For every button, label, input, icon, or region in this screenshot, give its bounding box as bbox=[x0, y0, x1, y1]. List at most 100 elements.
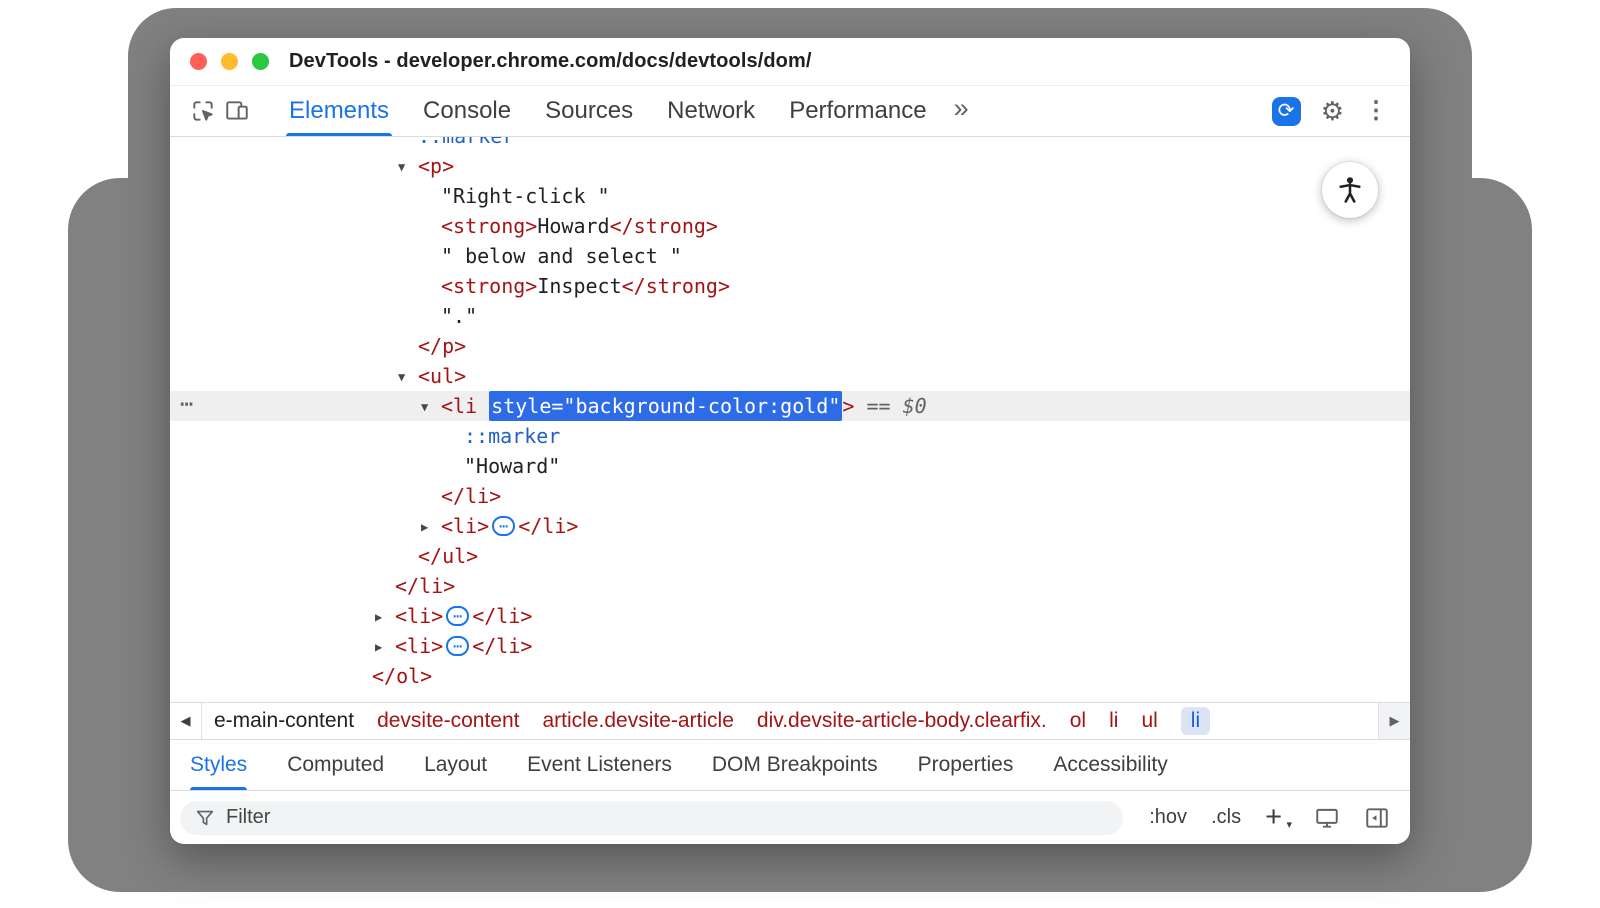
dom-node[interactable]: " below and select " bbox=[170, 241, 1410, 271]
dom-node[interactable]: </p> bbox=[170, 331, 1410, 361]
tab-layout[interactable]: Layout bbox=[424, 740, 487, 790]
code-tag: <strong> bbox=[441, 274, 537, 298]
filter-input[interactable] bbox=[226, 806, 1109, 829]
dom-node[interactable]: "Right-click " bbox=[170, 181, 1410, 211]
code-tag: </ul> bbox=[418, 544, 478, 568]
tab-accessibility[interactable]: Accessibility bbox=[1053, 740, 1167, 790]
breadcrumb-item-li[interactable]: li bbox=[1109, 709, 1118, 733]
caret-down-icon: ▾ bbox=[1286, 820, 1292, 831]
dom-node[interactable]: </ul> bbox=[170, 541, 1410, 571]
node-ellipsis-button[interactable]: ⋯ bbox=[446, 636, 469, 656]
code-sel: style="background-color:gold" bbox=[489, 391, 842, 421]
toggle-element-state-button[interactable]: :hov bbox=[1149, 806, 1187, 829]
code-text: Inspect bbox=[537, 274, 621, 298]
tree-arrow-right-icon[interactable]: ▶ bbox=[421, 512, 441, 542]
sync-button[interactable]: ⟳ bbox=[1272, 97, 1301, 126]
dom-node-selected[interactable]: ⋯▼<li style="background-color:gold"> == … bbox=[170, 391, 1410, 421]
code-pseudo: ::marker bbox=[464, 424, 560, 448]
dom-node[interactable]: </li> bbox=[170, 571, 1410, 601]
code-text: "Right-click " bbox=[441, 184, 610, 208]
tab-computed[interactable]: Computed bbox=[287, 740, 384, 790]
tree-arrow-right-icon[interactable]: ▶ bbox=[375, 632, 395, 662]
tree-arrow-down-icon[interactable]: ▼ bbox=[421, 392, 441, 422]
dom-tree: ::marker▼<p>"Right-click "<strong>Howard… bbox=[170, 137, 1410, 702]
dom-node[interactable]: ▶<li>⋯</li> bbox=[170, 511, 1410, 541]
node-ellipsis-button[interactable]: ⋯ bbox=[446, 606, 469, 626]
toolbar: ElementsConsoleSourcesNetworkPerformance… bbox=[170, 86, 1410, 137]
breadcrumb-item-article-devsite-article[interactable]: article.devsite-article bbox=[543, 709, 734, 733]
dom-node[interactable]: <strong>Howard</strong> bbox=[170, 211, 1410, 241]
breadcrumb-scroll-right-button[interactable]: ▶ bbox=[1378, 703, 1410, 739]
tab-console[interactable]: Console bbox=[406, 86, 528, 136]
breadcrumb-item-li[interactable]: li bbox=[1181, 707, 1210, 735]
code-tag: </li> bbox=[441, 484, 501, 508]
dom-node[interactable]: ▼<ul> bbox=[170, 361, 1410, 391]
toolbar-right: ⟳ ⚙ ⋮ bbox=[1272, 97, 1388, 126]
code-tag: </ol> bbox=[372, 664, 432, 688]
dom-node[interactable]: "." bbox=[170, 301, 1410, 331]
code-tag: </strong> bbox=[622, 274, 730, 298]
code-tag: </li> bbox=[472, 634, 532, 658]
element-classes-button[interactable]: .cls bbox=[1211, 806, 1241, 829]
tree-arrow-down-icon[interactable]: ▼ bbox=[398, 152, 418, 182]
code-tag: <li> bbox=[395, 634, 443, 658]
node-ellipsis-button[interactable]: ⋯ bbox=[492, 516, 515, 536]
breadcrumb-item-div-devsite-article-body-clearfix-[interactable]: div.devsite-article-body.clearfix. bbox=[757, 709, 1047, 733]
dom-node[interactable]: ::marker bbox=[170, 137, 1410, 151]
dom-node[interactable]: <strong>Inspect</strong> bbox=[170, 271, 1410, 301]
settings-gear-icon[interactable]: ⚙ bbox=[1321, 98, 1344, 124]
breadcrumb-item-ol[interactable]: ol bbox=[1070, 709, 1086, 733]
breadcrumb: ◀ e-main-content devsite-content article.d… bbox=[170, 702, 1410, 739]
window-title: DevTools - developer.chrome.com/docs/dev… bbox=[289, 50, 812, 73]
tree-arrow-down-icon[interactable]: ▼ bbox=[398, 362, 418, 392]
row-menu-icon[interactable]: ⋯ bbox=[180, 390, 193, 420]
menu-kebab-icon[interactable]: ⋮ bbox=[1364, 99, 1388, 123]
dom-node[interactable]: </ol> bbox=[170, 661, 1410, 691]
code-tag: </li> bbox=[518, 514, 578, 538]
toggle-sidebar-icon[interactable] bbox=[1364, 805, 1390, 831]
minimize-button[interactable] bbox=[221, 53, 238, 70]
plus-icon: + bbox=[1265, 801, 1282, 833]
styles-filter-bar: :hov .cls + ▾ bbox=[170, 790, 1410, 844]
tab-sources[interactable]: Sources bbox=[528, 86, 650, 136]
tab-performance[interactable]: Performance bbox=[772, 86, 943, 136]
device-toolbar-button[interactable] bbox=[220, 94, 254, 128]
dom-node[interactable]: ::marker bbox=[170, 421, 1410, 451]
device-toolbar-icon bbox=[224, 98, 250, 124]
stage: DevTools - developer.chrome.com/docs/dev… bbox=[0, 0, 1600, 908]
dom-node[interactable]: ▼<p> bbox=[170, 151, 1410, 181]
rendering-icon[interactable] bbox=[1314, 805, 1340, 831]
accessibility-button[interactable] bbox=[1322, 162, 1378, 218]
zoom-button[interactable] bbox=[252, 53, 269, 70]
code-tag: > bbox=[842, 394, 854, 418]
more-tabs-button[interactable]: » bbox=[944, 93, 979, 124]
breadcrumb-scroll-left-button[interactable]: ◀ bbox=[170, 703, 202, 739]
tab-event-listeners[interactable]: Event Listeners bbox=[527, 740, 672, 790]
dom-node[interactable]: "Howard" bbox=[170, 451, 1410, 481]
close-button[interactable] bbox=[190, 53, 207, 70]
code-tag: <ul> bbox=[418, 364, 466, 388]
titlebar: DevTools - developer.chrome.com/docs/dev… bbox=[170, 38, 1410, 86]
breadcrumb-item-e-main-content[interactable]: e-main-content bbox=[214, 709, 354, 733]
tab-styles[interactable]: Styles bbox=[190, 740, 247, 790]
tab-dom-breakpoints[interactable]: DOM Breakpoints bbox=[712, 740, 878, 790]
tab-elements[interactable]: Elements bbox=[272, 86, 406, 136]
tab-properties[interactable]: Properties bbox=[918, 740, 1014, 790]
tree-arrow-right-icon[interactable]: ▶ bbox=[375, 602, 395, 632]
tab-network[interactable]: Network bbox=[650, 86, 772, 136]
inspect-icon bbox=[190, 98, 216, 124]
new-style-rule-button[interactable]: + ▾ bbox=[1265, 803, 1290, 832]
filter-bar-actions: :hov .cls + ▾ bbox=[1149, 803, 1390, 832]
dom-node[interactable]: ▶<li>⋯</li> bbox=[170, 601, 1410, 631]
code-text: "." bbox=[441, 304, 477, 328]
breadcrumb-item-ul[interactable]: ul bbox=[1141, 709, 1157, 733]
dom-node[interactable]: </li> bbox=[170, 481, 1410, 511]
sync-icon: ⟳ bbox=[1278, 101, 1295, 121]
inspect-element-button[interactable] bbox=[186, 94, 220, 128]
breadcrumb-item-devsite-content[interactable]: devsite-content bbox=[377, 709, 519, 733]
code-tag: </li> bbox=[395, 574, 455, 598]
dom-node[interactable]: ▶<li>⋯</li> bbox=[170, 631, 1410, 661]
code-var: $0 bbox=[903, 394, 927, 418]
code-text: "Howard" bbox=[464, 454, 560, 478]
breadcrumb-items: e-main-content devsite-content article.dev… bbox=[202, 707, 1378, 735]
